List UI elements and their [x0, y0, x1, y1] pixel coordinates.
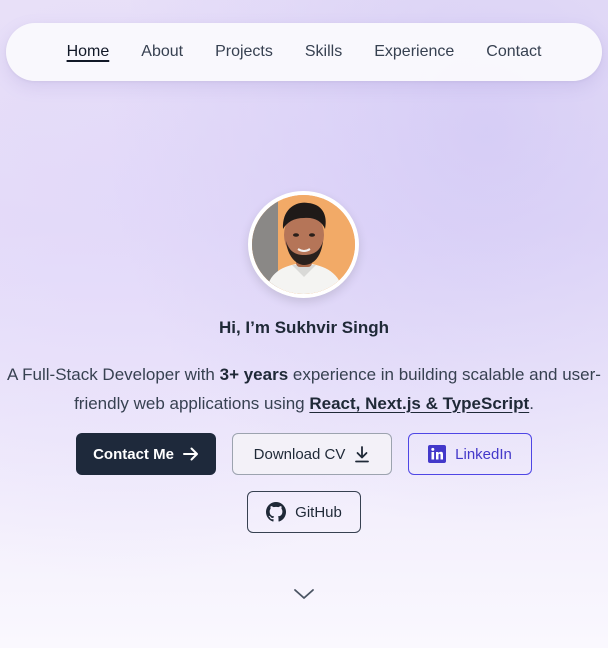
contact-me-label: Contact Me: [93, 445, 174, 463]
nav-link-experience[interactable]: Experience: [358, 42, 470, 62]
arrow-right-icon: [182, 447, 199, 461]
nav-link-skills[interactable]: Skills: [289, 42, 358, 62]
linkedin-button[interactable]: LinkedIn: [408, 433, 532, 475]
download-cv-button[interactable]: Download CV: [232, 433, 392, 475]
download-icon: [354, 445, 370, 463]
hero-greeting: Hi, I’m Sukhvir Singh: [218, 318, 390, 337]
contact-me-button[interactable]: Contact Me: [76, 433, 216, 475]
github-label: GitHub: [295, 503, 342, 521]
intro-tech-stack: React, Next.js & TypeScript: [309, 394, 530, 413]
linkedin-label: LinkedIn: [455, 445, 512, 463]
github-button[interactable]: GitHub: [247, 491, 361, 533]
profile-photo-illustration: [252, 195, 355, 294]
scroll-down-button[interactable]: [292, 586, 316, 602]
nav-link-contact[interactable]: Contact: [470, 42, 557, 62]
nav-link-about[interactable]: About: [125, 42, 199, 62]
linkedin-icon: [428, 445, 447, 463]
github-icon: [266, 502, 287, 522]
intro-text-end: .: [529, 394, 534, 413]
download-cv-label: Download CV: [253, 445, 346, 463]
nav-link-home[interactable]: Home: [51, 42, 126, 62]
nav-link-projects[interactable]: Projects: [199, 42, 289, 62]
top-navigation: Home About Projects Skills Experience Co…: [6, 23, 602, 81]
intro-text-start: A Full-Stack Developer with: [7, 365, 220, 384]
chevron-down-icon: [292, 586, 316, 602]
profile-avatar: [248, 191, 359, 298]
intro-years: 3+ years: [219, 365, 289, 384]
hero-intro: A Full-Stack Developer with 3+ years exp…: [0, 360, 608, 418]
profile-photo: [252, 195, 355, 294]
